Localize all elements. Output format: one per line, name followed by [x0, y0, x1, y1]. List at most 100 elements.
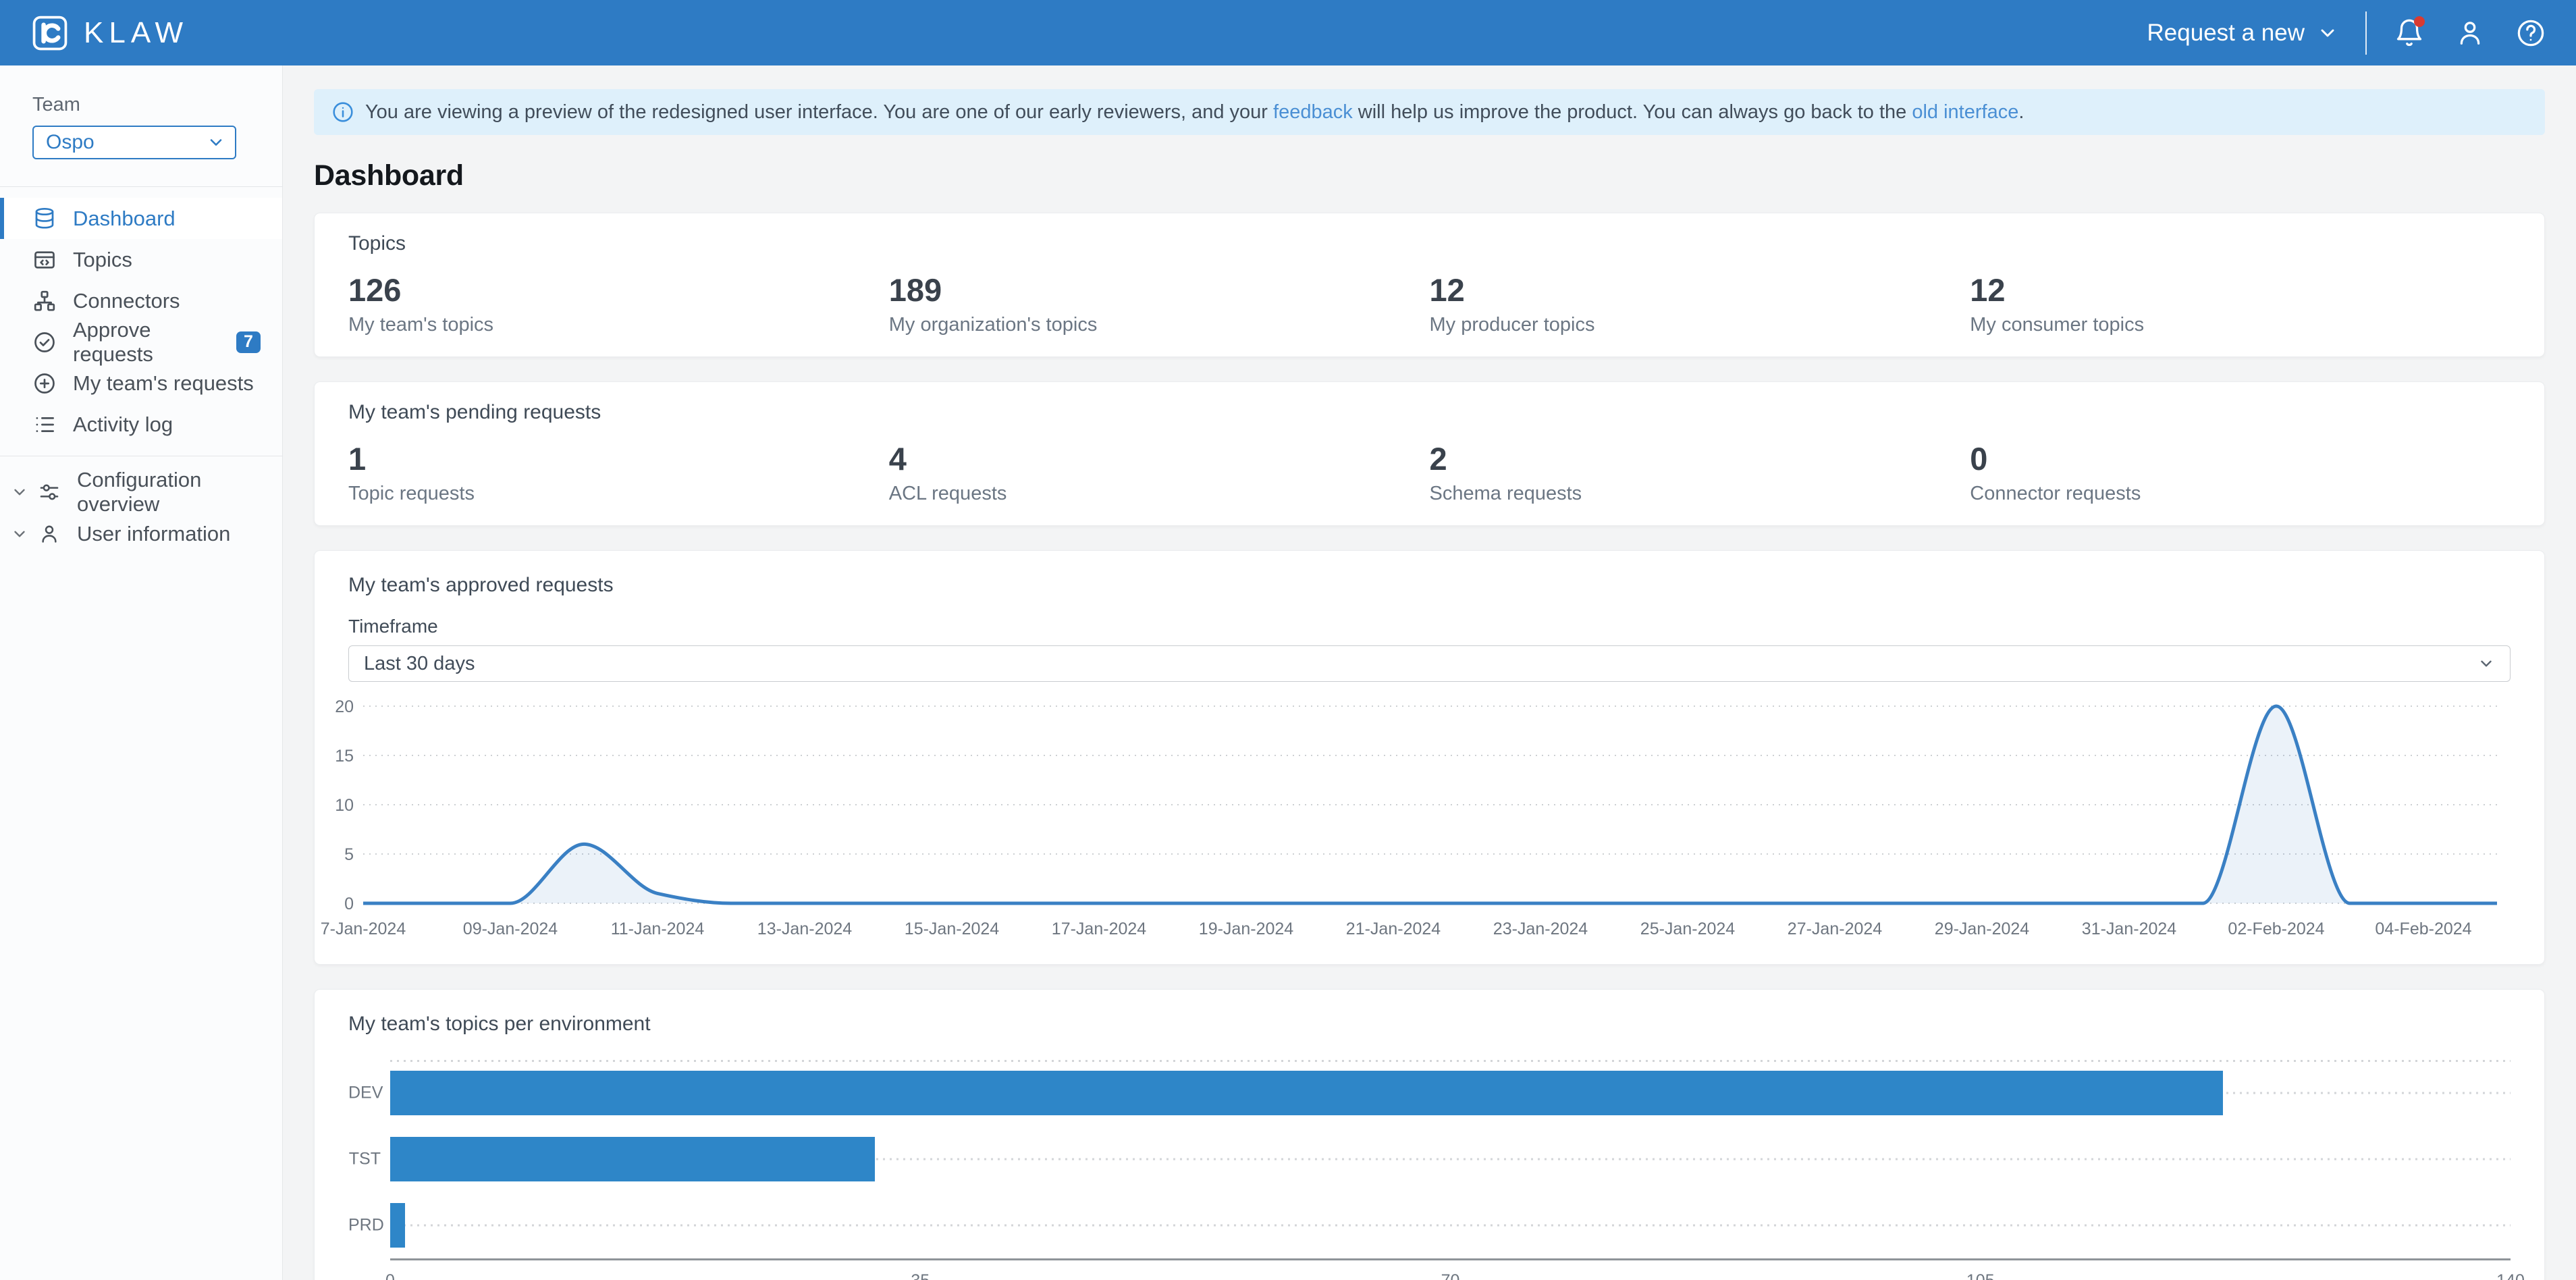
- x-tick-label: 13-Jan-2024: [757, 919, 852, 938]
- bar-category-label: TST: [348, 1150, 381, 1169]
- sidebar-item-label: Activity log: [73, 412, 173, 437]
- bar-prd: [390, 1203, 405, 1248]
- x-tick-label: 02-Feb-2024: [2228, 919, 2324, 938]
- stats-grid: 126 My team's topics 189 My organization…: [348, 271, 2511, 336]
- klaw-logo-icon[interactable]: [30, 13, 70, 53]
- feedback-link[interactable]: feedback: [1273, 101, 1353, 123]
- sidebar-item-dashboard[interactable]: Dashboard: [0, 198, 282, 239]
- topics-per-environment-bar-chart: DEVTSTPRD 03570105140: [348, 1060, 2511, 1280]
- x-tick-label: 23-Jan-2024: [1493, 919, 1588, 938]
- area-fill: [363, 706, 2497, 903]
- stat-value: 4: [889, 440, 1430, 477]
- team-label: Team: [32, 94, 250, 116]
- y-tick-label: 15: [335, 747, 354, 766]
- x-tick-label: 04-Feb-2024: [2375, 919, 2471, 938]
- team-section: Team Ospo: [0, 65, 282, 186]
- x-tick-label: 19-Jan-2024: [1199, 919, 1293, 938]
- bar-category-label: PRD: [348, 1216, 381, 1235]
- approve-requests-count-badge: 7: [236, 331, 261, 353]
- card-title: Topics: [348, 232, 2511, 255]
- y-tick-label: 10: [335, 796, 354, 815]
- main-content: You are viewing a preview of the redesig…: [283, 65, 2576, 1280]
- bar-row-dev: DEV: [390, 1060, 2511, 1126]
- stat-label: My producer topics: [1430, 314, 1970, 336]
- sidebar-item-activity-log[interactable]: Activity log: [0, 404, 282, 445]
- chevron-down-icon: [207, 133, 225, 152]
- sidebar-item-label: Dashboard: [73, 207, 176, 231]
- bar-chart-plot: DEVTSTPRD: [390, 1060, 2511, 1260]
- x-tick-label: 31-Jan-2024: [2082, 919, 2176, 938]
- list-icon: [32, 412, 57, 437]
- stat-my-organizations-topics: 189 My organization's topics: [889, 271, 1430, 336]
- x-tick-label: 35: [911, 1271, 930, 1280]
- card-title: My team's topics per environment: [348, 1013, 2511, 1036]
- series-line: [363, 706, 2497, 903]
- gridline: [390, 1225, 2511, 1227]
- x-tick-label: 70: [1441, 1271, 1460, 1280]
- topics-stats-card: Topics 126 My team's topics 189 My organ…: [314, 213, 2545, 357]
- sliders-icon: [38, 481, 61, 504]
- stat-acl-requests: 4 ACL requests: [889, 440, 1430, 505]
- bar-dev: [390, 1071, 2223, 1115]
- x-tick-label: 140: [2496, 1271, 2525, 1280]
- profile-button[interactable]: [2454, 18, 2486, 49]
- bar-row-tst: TST: [390, 1126, 2511, 1192]
- bar-chart-x-axis: 03570105140: [390, 1260, 2511, 1280]
- database-icon: [32, 207, 57, 231]
- sidebar-item-configuration-overview[interactable]: Configuration overview: [0, 471, 282, 513]
- approved-requests-area-chart: 051015207-Jan-202409-Jan-202411-Jan-2024…: [348, 694, 2502, 945]
- stat-value: 12: [1430, 271, 1970, 309]
- sidebar-item-label: My team's requests: [73, 371, 254, 396]
- header-icon-group: [2394, 18, 2546, 49]
- user-icon: [38, 523, 61, 545]
- request-a-new-button[interactable]: Request a new: [2147, 20, 2338, 47]
- x-tick-label: 7-Jan-2024: [321, 919, 406, 938]
- team-select[interactable]: Ospo: [32, 126, 236, 159]
- stat-my-teams-topics: 126 My team's topics: [348, 271, 889, 336]
- stat-label: ACL requests: [889, 483, 1430, 505]
- stats-grid: 1 Topic requests 4 ACL requests 2 Schema…: [348, 440, 2511, 505]
- pending-requests-card: My team's pending requests 1 Topic reque…: [314, 381, 2545, 526]
- plus-circle-icon: [32, 371, 57, 396]
- x-tick-label: 29-Jan-2024: [1935, 919, 2029, 938]
- sidebar-item-approve-requests[interactable]: Approve requests 7: [0, 321, 282, 363]
- help-button[interactable]: [2515, 18, 2546, 49]
- notifications-bell-button[interactable]: [2394, 18, 2425, 49]
- stat-value: 189: [889, 271, 1430, 309]
- sidebar-item-connectors[interactable]: Connectors: [0, 280, 282, 321]
- x-tick-label: 21-Jan-2024: [1346, 919, 1441, 938]
- x-tick-label: 0: [385, 1271, 395, 1280]
- stat-value: 126: [348, 271, 889, 309]
- request-a-new-label: Request a new: [2147, 20, 2305, 47]
- stat-value: 1: [348, 440, 889, 477]
- timeframe-select[interactable]: Last 30 days: [348, 645, 2511, 682]
- sidebar-item-label: User information: [77, 522, 230, 546]
- preview-info-banner: You are viewing a preview of the redesig…: [314, 89, 2545, 135]
- timeframe-select-value: Last 30 days: [364, 653, 475, 675]
- sidebar-item-my-teams-requests[interactable]: My team's requests: [0, 363, 282, 404]
- banner-text: You are viewing a preview of the redesig…: [365, 101, 2024, 124]
- sidebar-secondary-nav: Configuration overview User information: [0, 456, 282, 570]
- sidebar-item-topics[interactable]: Topics: [0, 239, 282, 280]
- sidebar-item-label: Connectors: [73, 289, 180, 313]
- banner-text-part: You are viewing a preview of the redesig…: [365, 101, 1273, 123]
- x-tick-label: 25-Jan-2024: [1640, 919, 1735, 938]
- approved-requests-card: My team's approved requests Timeframe La…: [314, 550, 2545, 965]
- brand-name: KLAW: [84, 16, 188, 50]
- stat-connector-requests: 0 Connector requests: [1970, 440, 2511, 505]
- chevron-down-icon: [2477, 655, 2495, 672]
- sidebar-item-label: Approve requests: [73, 318, 220, 367]
- info-icon: [331, 101, 354, 124]
- bar-tst: [390, 1137, 875, 1181]
- connectors-icon: [32, 289, 57, 313]
- topics-per-environment-card: My team's topics per environment DEVTSTP…: [314, 989, 2545, 1280]
- x-tick-label: 09-Jan-2024: [463, 919, 558, 938]
- sidebar-item-label: Topics: [73, 248, 132, 272]
- stat-my-consumer-topics: 12 My consumer topics: [1970, 271, 2511, 336]
- bar-category-label: DEV: [348, 1084, 381, 1103]
- sidebar-item-user-information[interactable]: User information: [0, 513, 282, 555]
- old-interface-link[interactable]: old interface: [1912, 101, 2018, 123]
- stat-value: 0: [1970, 440, 2511, 477]
- user-icon: [2454, 18, 2486, 49]
- y-tick-label: 5: [344, 845, 354, 864]
